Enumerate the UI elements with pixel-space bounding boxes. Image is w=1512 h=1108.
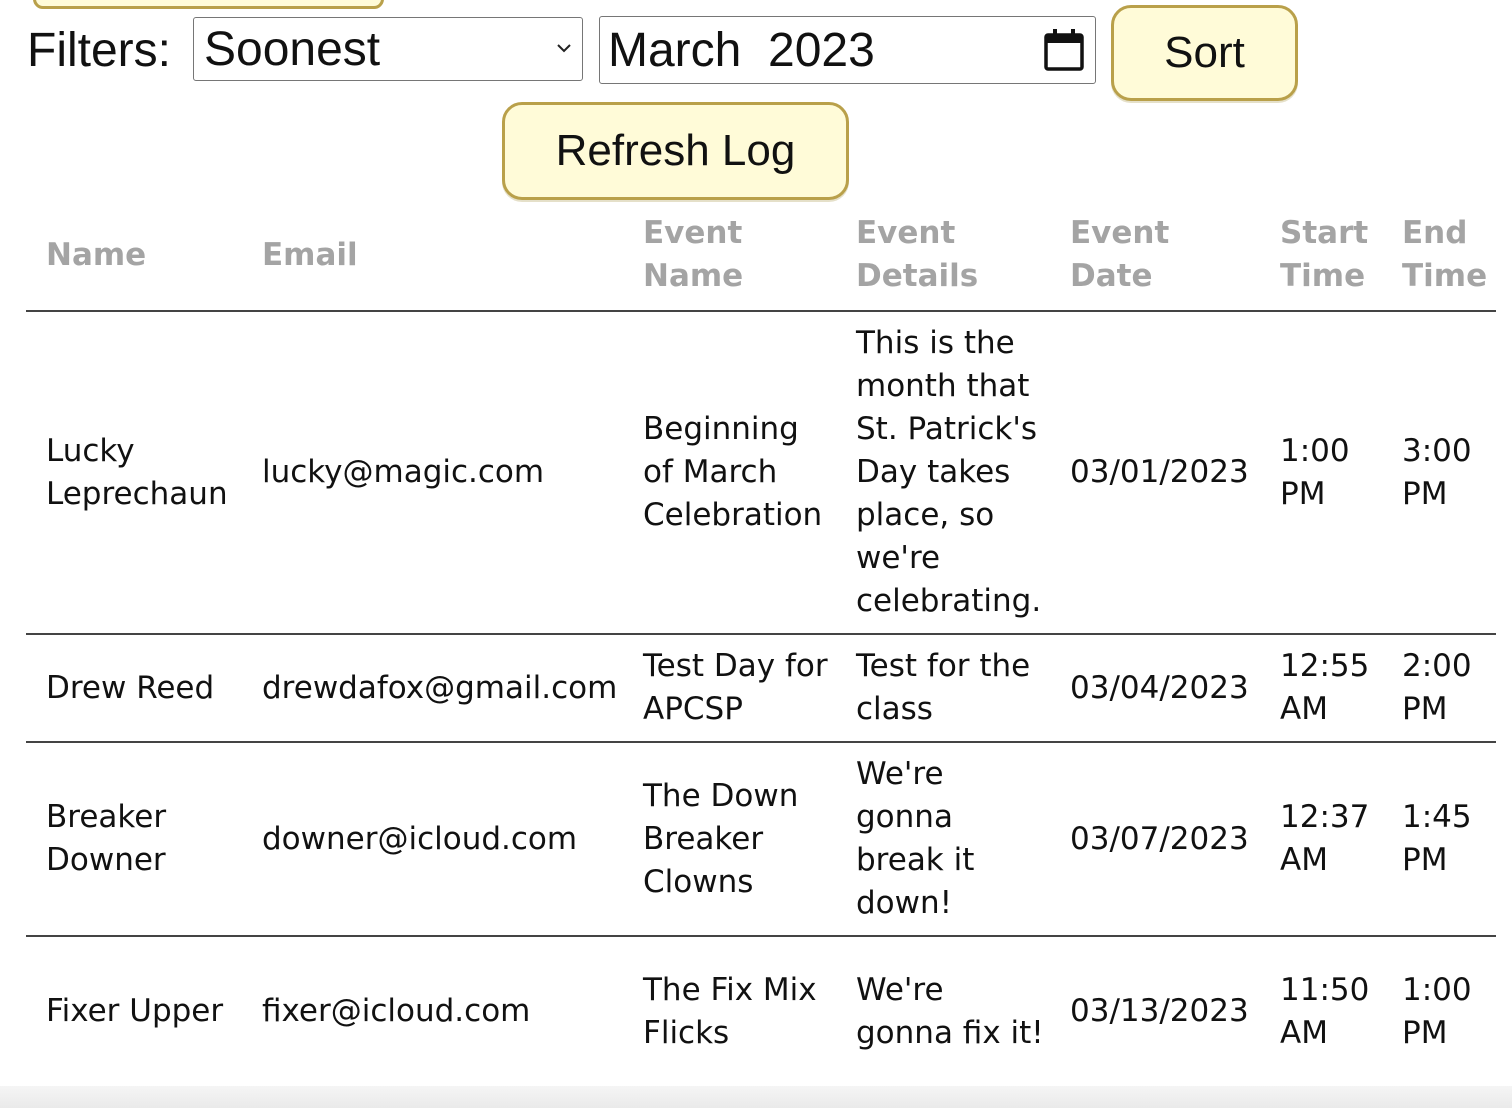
cell-end-time: 3:00 PM [1382,311,1496,635]
sort-button[interactable]: Sort [1111,5,1298,101]
column-header-event-details: Event Details [836,212,1050,312]
filters-label: Filters: [27,24,171,77]
calendar-icon[interactable] [1043,28,1085,72]
column-header-email: Email [242,212,623,312]
cell-event-details: Test for the class [836,634,1050,743]
cell-end-time: 2:00 PM [1382,634,1496,743]
cell-email: fixer@icloud.com [242,936,623,1088]
cell-event-date: 03/13/2023 [1050,936,1260,1088]
partial-button-top[interactable] [33,0,384,9]
cell-event-name: The Fix Mix Flicks [623,936,836,1088]
table-header-row: Name Email Event Name Event Details Even… [26,212,1496,312]
column-header-event-name: Event Name [623,212,836,312]
cell-event-date: 03/04/2023 [1050,634,1260,743]
cell-end-time: 1:45 PM [1382,742,1496,937]
cell-event-date: 03/07/2023 [1050,742,1260,937]
cell-name: Drew Reed [26,634,242,743]
table-row: Lucky Leprechaun lucky@magic.com Beginni… [26,311,1496,635]
cell-email: downer@icloud.com [242,742,623,937]
cell-name: Fixer Upper [26,936,242,1088]
sort-order-value: Soonest [204,23,381,76]
cell-start-time: 12:55 AM [1260,634,1382,743]
cell-end-time: 1:00 PM [1382,936,1496,1088]
cell-start-time: 11:50 AM [1260,936,1382,1088]
table-row: Fixer Upper fixer@icloud.com The Fix Mix… [26,936,1496,1088]
column-header-end-time: End Time [1382,212,1496,312]
sort-order-select[interactable]: Soonest [193,17,583,81]
column-header-event-date: Event Date [1050,212,1260,312]
month-value: March 2023 [608,24,875,77]
cell-name: Lucky Leprechaun [26,311,242,635]
cell-event-name: The Down Breaker Clowns [623,742,836,937]
chevron-down-icon [557,44,571,53]
event-log-table: Name Email Event Name Event Details Even… [26,212,1496,1088]
cell-event-name: Beginning of March Celebration [623,311,836,635]
table-row: Drew Reed drewdafox@gmail.com Test Day f… [26,634,1496,743]
table-row: Breaker Downer downer@icloud.com The Dow… [26,742,1496,937]
page-bottom-edge [0,1086,1512,1108]
cell-event-details: We're gonna break it down! [836,742,1050,937]
column-header-start-time: Start Time [1260,212,1382,312]
cell-event-details: We're gonna fix it! [836,936,1050,1088]
refresh-log-button[interactable]: Refresh Log [502,102,849,200]
cell-email: lucky@magic.com [242,311,623,635]
cell-event-name: Test Day for APCSP [623,634,836,743]
cell-email: drewdafox@gmail.com [242,634,623,743]
column-header-name: Name [26,212,242,312]
cell-start-time: 12:37 AM [1260,742,1382,937]
cell-name: Breaker Downer [26,742,242,937]
cell-event-details: This is the month that St. Patrick's Day… [836,311,1050,635]
cell-start-time: 1:00 PM [1260,311,1382,635]
cell-event-date: 03/01/2023 [1050,311,1260,635]
month-input[interactable]: March 2023 [599,16,1096,84]
